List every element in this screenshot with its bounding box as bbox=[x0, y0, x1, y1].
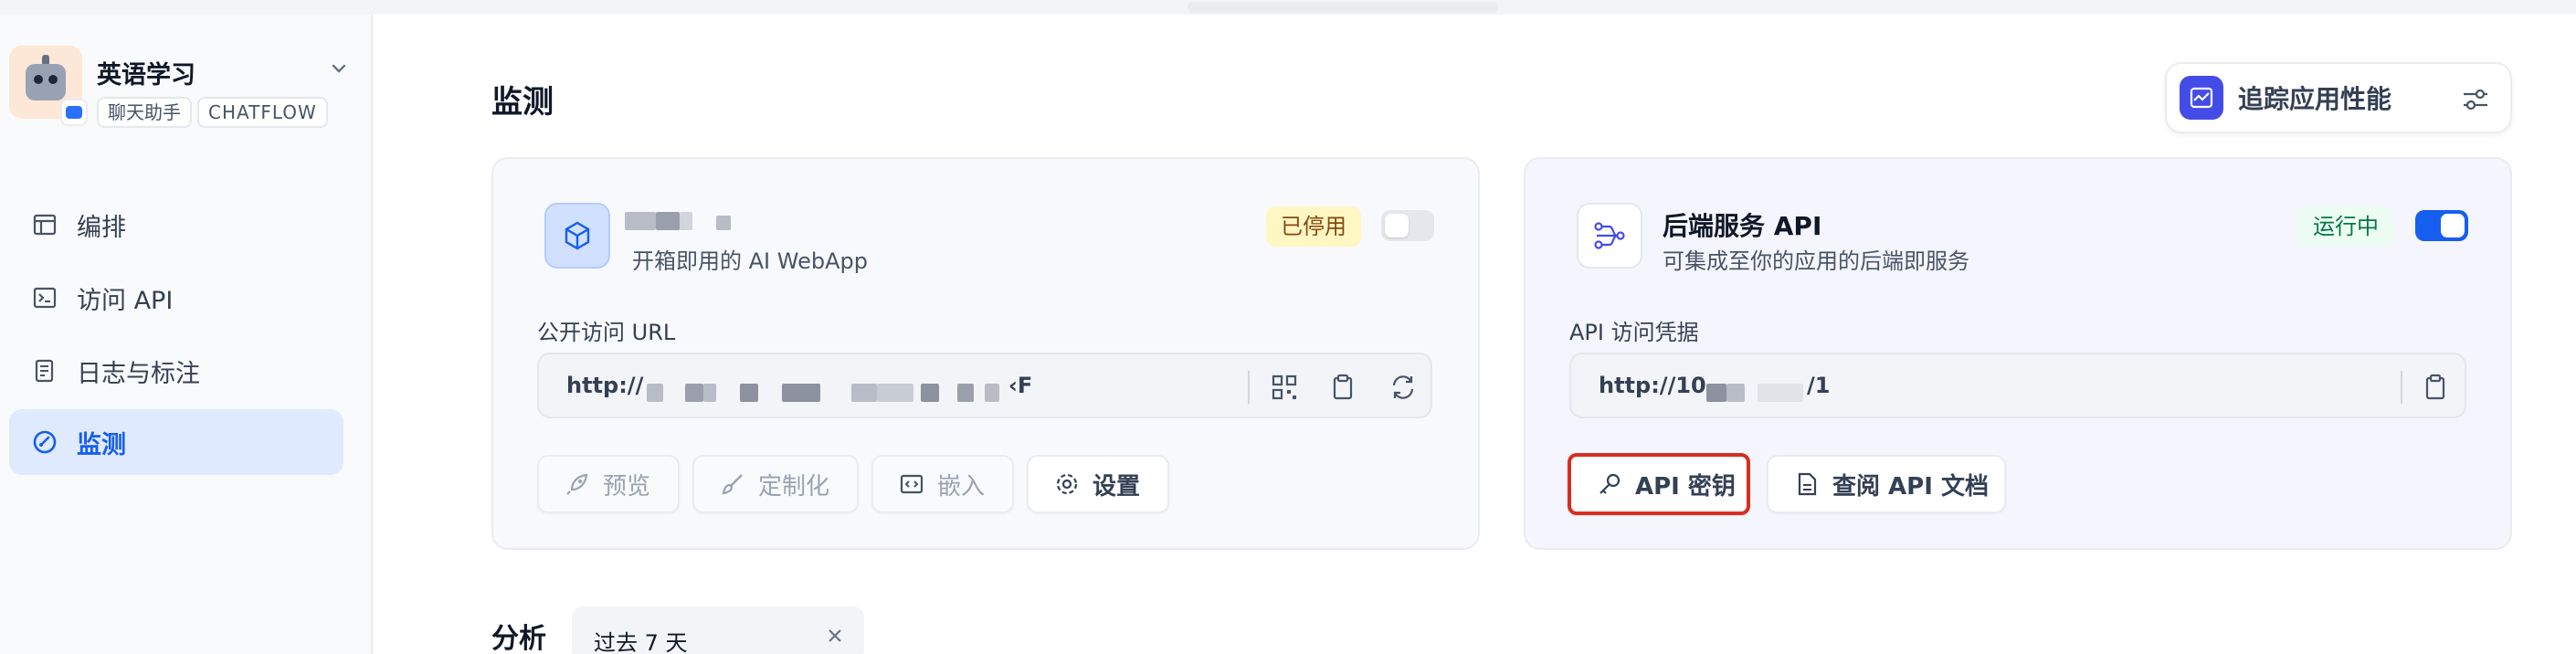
robot-icon bbox=[26, 64, 66, 100]
url-prefix: http:// bbox=[566, 373, 644, 398]
code-window-icon bbox=[900, 474, 924, 494]
preview-label: 预览 bbox=[603, 472, 651, 501]
page-title: 监测 bbox=[491, 84, 554, 121]
backend-api-card: 后端服务 API 可集成至你的应用的后端即服务 运行中 API 访问凭据 htt… bbox=[1524, 157, 2512, 550]
status-badge: 运行中 bbox=[2298, 206, 2393, 247]
url-prefix: http://10. bbox=[1599, 373, 1715, 398]
webapp-card: 开箱即用的 AI WebApp 已停用 公开访问 URL http:// ‹F … bbox=[491, 157, 1480, 550]
document-icon bbox=[35, 359, 54, 383]
period-value: 过去 7 天 bbox=[594, 630, 688, 654]
url-suffix: ‹F bbox=[1008, 373, 1033, 398]
settings-button[interactable]: 设置 bbox=[1027, 455, 1169, 513]
clipboard-icon[interactable] bbox=[1328, 373, 1357, 402]
cube-icon bbox=[544, 203, 610, 269]
top-strip-handle bbox=[1188, 2, 1498, 13]
brush-icon bbox=[722, 474, 743, 495]
app-header[interactable]: 英语学习 聊天助手 CHATFLOW bbox=[9, 46, 356, 133]
refresh-icon[interactable] bbox=[1388, 373, 1418, 402]
analysis-heading: 分析 bbox=[491, 623, 546, 654]
divider bbox=[1248, 371, 1250, 404]
api-docs-label: 查阅 API 文档 bbox=[1832, 472, 1989, 501]
api-flow-icon bbox=[1577, 203, 1642, 269]
divider bbox=[2401, 371, 2402, 404]
layout-icon bbox=[33, 214, 57, 236]
sidebar-item-api[interactable]: 访问 API bbox=[9, 265, 343, 331]
sidebar-item-label: 编排 bbox=[77, 213, 126, 242]
public-url-field[interactable]: http:// ‹F bbox=[537, 353, 1432, 418]
period-selector[interactable]: 过去 7 天 bbox=[572, 607, 864, 654]
customize-button[interactable]: 定制化 bbox=[692, 455, 859, 513]
sidebar-item-logs[interactable]: 日志与标注 bbox=[9, 338, 343, 404]
embed-label: 嵌入 bbox=[937, 472, 986, 501]
public-url-label: 公开访问 URL bbox=[537, 320, 676, 345]
status-badge: 已停用 bbox=[1266, 206, 1361, 247]
terminal-icon bbox=[33, 287, 57, 309]
embed-button[interactable]: 嵌入 bbox=[871, 455, 1014, 513]
rocket-icon bbox=[566, 473, 588, 495]
gear-icon bbox=[1056, 473, 1078, 495]
sidebar-item-orchestrate[interactable]: 编排 bbox=[9, 192, 343, 258]
chevron-down-icon[interactable] bbox=[329, 58, 349, 79]
app-type-tag: CHATFLOW bbox=[197, 97, 328, 128]
chat-badge-icon bbox=[60, 99, 88, 126]
sidebar-item-monitoring[interactable]: 监测 bbox=[9, 409, 343, 475]
preview-button[interactable]: 预览 bbox=[537, 455, 680, 513]
api-card-title: 后端服务 API bbox=[1663, 211, 1822, 241]
close-icon[interactable] bbox=[826, 627, 844, 645]
api-toggle[interactable] bbox=[2415, 210, 2468, 241]
webapp-name-redacted bbox=[625, 212, 734, 232]
api-docs-button[interactable]: 查阅 API 文档 bbox=[1767, 455, 2006, 513]
tracing-icon bbox=[2180, 76, 2223, 120]
top-strip bbox=[0, 0, 2576, 15]
settings-label: 设置 bbox=[1093, 472, 1141, 501]
gauge-icon bbox=[33, 430, 57, 454]
file-text-icon bbox=[1798, 472, 1817, 496]
api-key-label: API 密钥 bbox=[1635, 472, 1736, 501]
sidebar-item-label: 监测 bbox=[77, 430, 126, 459]
url-suffix: /1 bbox=[1807, 373, 1831, 398]
app-name: 英语学习 bbox=[97, 61, 195, 90]
customize-label: 定制化 bbox=[758, 472, 830, 501]
api-key-button[interactable]: API 密钥 bbox=[1568, 453, 1750, 515]
sidebar-item-label: 访问 API bbox=[77, 286, 174, 315]
trace-app-performance-button[interactable]: 追踪应用性能 bbox=[2165, 62, 2512, 133]
sliders-icon[interactable] bbox=[2461, 86, 2490, 113]
webapp-subtitle: 开箱即用的 AI WebApp bbox=[632, 248, 868, 274]
qrcode-icon[interactable] bbox=[1270, 373, 1299, 402]
trace-button-label: 追踪应用性能 bbox=[2238, 84, 2392, 114]
clipboard-icon[interactable] bbox=[2421, 373, 2450, 402]
sidebar-item-label: 日志与标注 bbox=[77, 359, 200, 388]
app-mode-tag: 聊天助手 bbox=[97, 97, 192, 128]
api-card-subtitle: 可集成至你的应用的后端即服务 bbox=[1663, 248, 1969, 274]
sidebar: 英语学习 聊天助手 CHATFLOW 编排 访问 API 日志与标注 监测 bbox=[0, 15, 373, 654]
key-icon bbox=[1599, 473, 1621, 494]
api-credential-label: API 访问凭据 bbox=[1569, 320, 1699, 345]
webapp-toggle[interactable] bbox=[1381, 210, 1434, 241]
api-url-field[interactable]: http://10. /1 bbox=[1569, 353, 2466, 418]
